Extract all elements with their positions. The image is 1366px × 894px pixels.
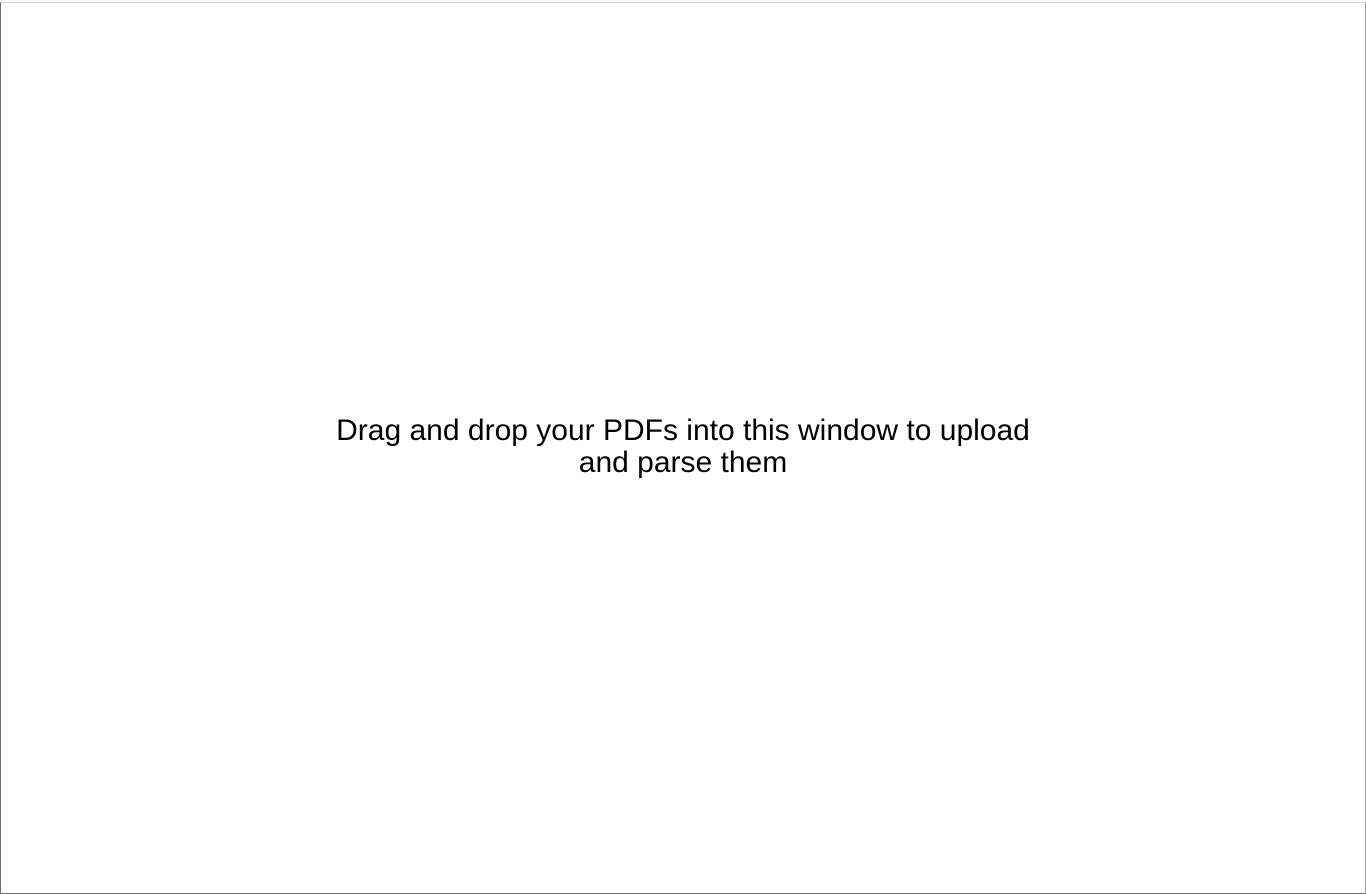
- drop-instructions: Drag and drop your PDFs into this window…: [1, 415, 1365, 479]
- drop-instructions-line-1: Drag and drop your PDFs into this window…: [336, 414, 1030, 447]
- pdf-drop-zone[interactable]: Drag and drop your PDFs into this window…: [0, 2, 1366, 894]
- drop-instructions-line-2: and parse them: [578, 446, 788, 479]
